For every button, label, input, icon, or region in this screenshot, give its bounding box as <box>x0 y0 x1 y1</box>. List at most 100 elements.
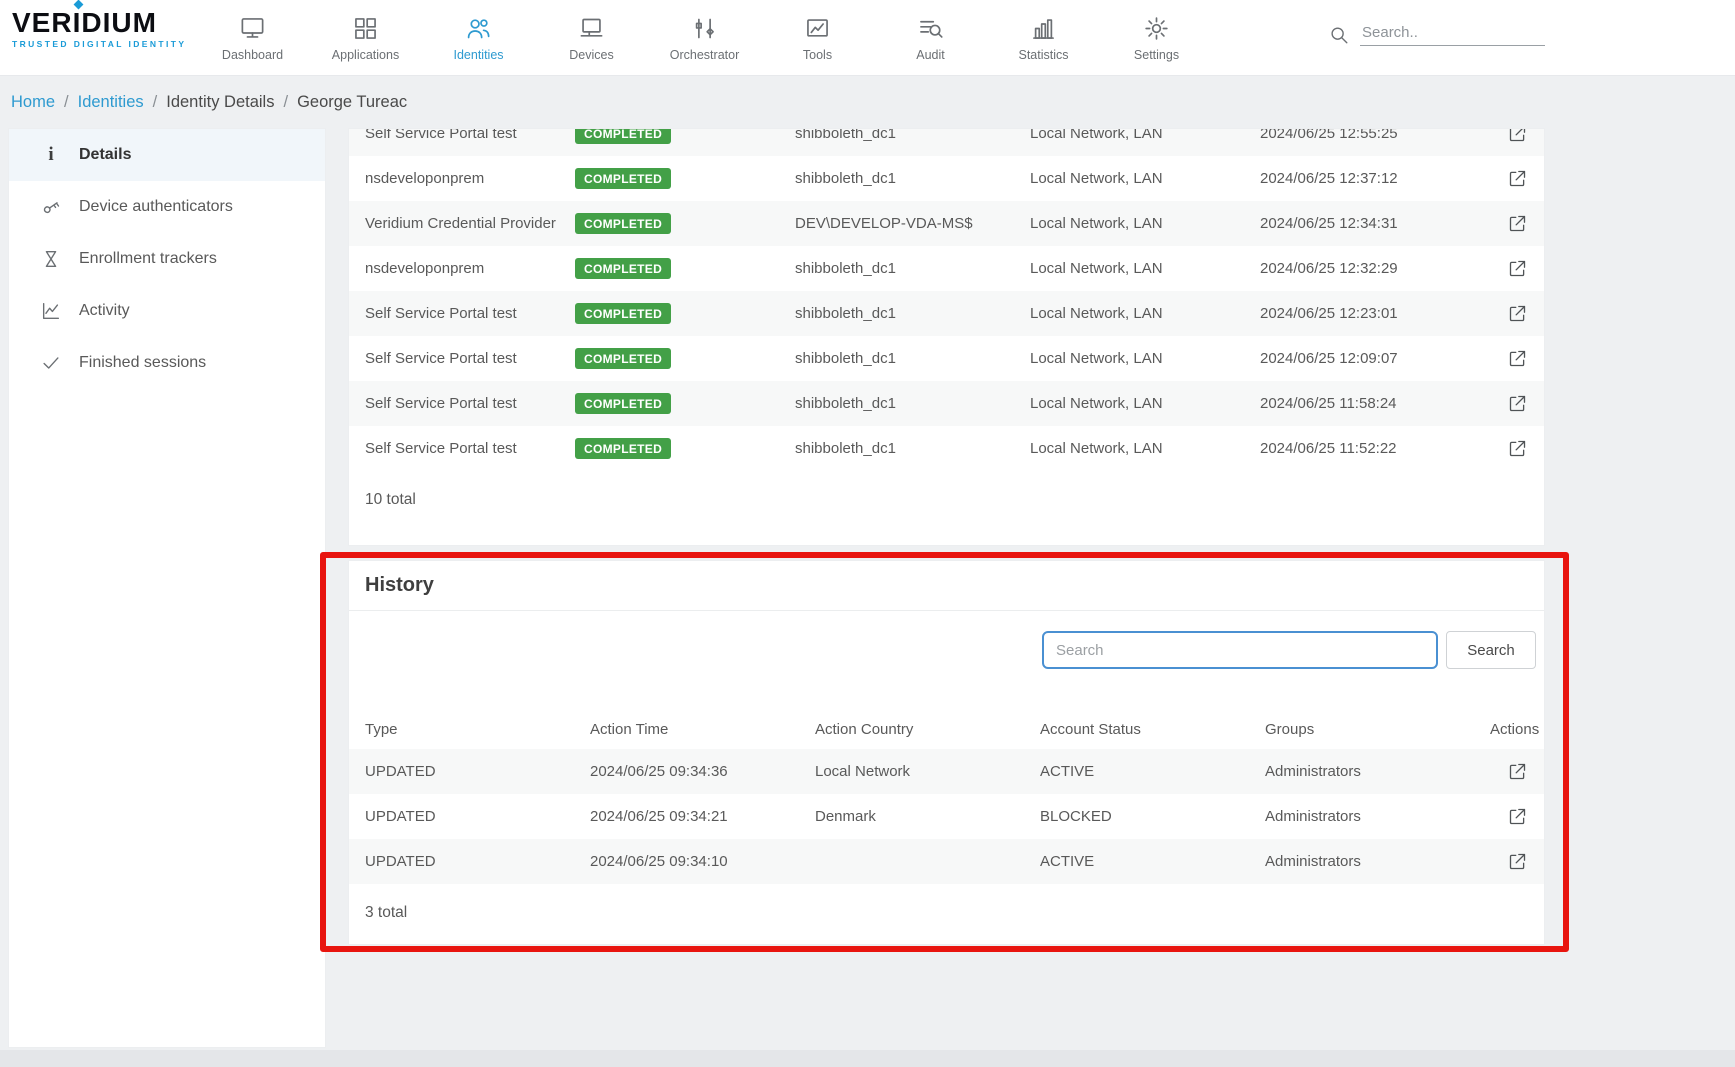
search-icon <box>1328 24 1350 46</box>
open-session-icon[interactable] <box>1488 128 1528 144</box>
open-session-icon[interactable] <box>1488 348 1528 369</box>
session-network: Local Network, LAN <box>1030 260 1260 277</box>
history-title: History <box>365 574 434 597</box>
open-session-icon[interactable] <box>1488 213 1528 234</box>
session-server: shibboleth_dc1 <box>795 128 1030 142</box>
activity-chart-icon <box>39 300 63 322</box>
breadcrumb-identity-details: Identity Details <box>166 93 274 112</box>
tools-icon <box>804 15 831 42</box>
open-history-entry-icon[interactable] <box>1490 761 1528 782</box>
breadcrumb-separator: / <box>153 93 158 112</box>
history-card: History Search Type Action Time Action C… <box>348 560 1545 945</box>
dashboard-icon <box>239 15 266 42</box>
session-time: 2024/06/25 11:58:24 <box>1260 395 1488 412</box>
sidebar-item-enrollment-trackers[interactable]: Enrollment trackers <box>9 233 325 285</box>
history-groups: Administrators <box>1265 853 1490 870</box>
session-row: Self Service Portal test COMPLETED shibb… <box>349 336 1544 381</box>
open-history-entry-icon[interactable] <box>1490 851 1528 872</box>
open-session-icon[interactable] <box>1488 258 1528 279</box>
sidebar-item-activity[interactable]: Activity <box>9 285 325 337</box>
history-groups: Administrators <box>1265 763 1490 780</box>
veridium-logo[interactable]: VERIDIUM TRUSTED DIGITAL IDENTITY <box>12 8 212 49</box>
column-header-actions: Actions <box>1490 721 1539 738</box>
logo-tagline: TRUSTED DIGITAL IDENTITY <box>12 39 212 49</box>
open-session-icon[interactable] <box>1488 168 1528 189</box>
sidebar-item-label: Activity <box>79 302 130 320</box>
session-network: Local Network, LAN <box>1030 440 1260 457</box>
key-icon <box>39 196 63 218</box>
nav-item-tools[interactable]: Tools <box>761 0 874 76</box>
history-search-input[interactable] <box>1042 631 1438 669</box>
history-type: UPDATED <box>365 763 590 780</box>
history-row: UPDATED 2024/06/25 09:34:10 ACTIVE Admin… <box>349 839 1544 884</box>
status-badge: COMPLETED <box>575 303 671 324</box>
logo-wordmark: VERIDIUM <box>12 8 212 38</box>
history-search-row: Search <box>349 611 1544 689</box>
sidebar-item-details[interactable]: i Details <box>9 129 325 181</box>
nav-item-statistics[interactable]: Statistics <box>987 0 1100 76</box>
session-name: Self Service Portal test <box>365 128 575 142</box>
session-time: 2024/06/25 12:37:12 <box>1260 170 1488 187</box>
session-row: nsdeveloponprem COMPLETED shibboleth_dc1… <box>349 246 1544 291</box>
session-name: Veridium Credential Provider <box>365 215 575 232</box>
session-name: nsdeveloponprem <box>365 260 575 277</box>
session-row: Self Service Portal test COMPLETED shibb… <box>349 291 1544 336</box>
history-country: Local Network <box>815 763 1040 780</box>
history-search-button[interactable]: Search <box>1446 631 1536 669</box>
status-badge: COMPLETED <box>575 213 671 234</box>
sidebar-item-device-authenticators[interactable]: Device authenticators <box>9 181 325 233</box>
history-type: UPDATED <box>365 853 590 870</box>
column-header-type: Type <box>365 721 590 738</box>
session-network: Local Network, LAN <box>1030 395 1260 412</box>
audit-icon <box>917 15 944 42</box>
devices-icon <box>578 15 605 42</box>
nav-item-settings[interactable]: Settings <box>1100 0 1213 76</box>
session-network: Local Network, LAN <box>1030 170 1260 187</box>
sidebar-item-finished-sessions[interactable]: Finished sessions <box>9 337 325 389</box>
statistics-icon <box>1030 15 1057 42</box>
history-row: UPDATED 2024/06/25 09:34:21 Denmark BLOC… <box>349 794 1544 839</box>
sidebar-item-label: Device authenticators <box>79 198 233 216</box>
session-network: Local Network, LAN <box>1030 350 1260 367</box>
history-country: Denmark <box>815 808 1040 825</box>
breadcrumb-separator: / <box>64 93 69 112</box>
history-account-status: ACTIVE <box>1040 763 1265 780</box>
session-time: 2024/06/25 12:23:01 <box>1260 305 1488 322</box>
history-row: UPDATED 2024/06/25 09:34:36 Local Networ… <box>349 749 1544 794</box>
column-header-action-time: Action Time <box>590 721 815 738</box>
session-time: 2024/06/25 11:52:22 <box>1260 440 1488 457</box>
session-server: shibboleth_dc1 <box>795 260 1030 277</box>
open-session-icon[interactable] <box>1488 438 1528 459</box>
breadcrumb-home[interactable]: Home <box>11 93 55 112</box>
session-server: shibboleth_dc1 <box>795 395 1030 412</box>
top-navigation: VERIDIUM TRUSTED DIGITAL IDENTITY Dashbo… <box>0 0 1735 76</box>
breadcrumb-identities[interactable]: Identities <box>78 93 144 112</box>
session-row: Self Service Portal test COMPLETED shibb… <box>349 381 1544 426</box>
global-search-input[interactable] <box>1360 20 1545 46</box>
nav-item-dashboard[interactable]: Dashboard <box>196 0 309 76</box>
status-badge: COMPLETED <box>575 258 671 279</box>
session-server: DEV\DEVELOP-VDA-MS$ <box>795 215 1030 232</box>
session-time: 2024/06/25 12:55:25 <box>1260 128 1488 142</box>
nav-item-identities[interactable]: Identities <box>422 0 535 76</box>
open-session-icon[interactable] <box>1488 393 1528 414</box>
nav-item-orchestrator[interactable]: Orchestrator <box>648 0 761 76</box>
nav-item-audit[interactable]: Audit <box>874 0 987 76</box>
session-name: Self Service Portal test <box>365 350 575 367</box>
open-session-icon[interactable] <box>1488 303 1528 324</box>
sessions-total: 10 total <box>349 471 1544 529</box>
session-row: nsdeveloponprem COMPLETED shibboleth_dc1… <box>349 156 1544 201</box>
history-time: 2024/06/25 09:34:21 <box>590 808 815 825</box>
nav-item-applications[interactable]: Applications <box>309 0 422 76</box>
session-time: 2024/06/25 12:34:31 <box>1260 215 1488 232</box>
nav-item-devices[interactable]: Devices <box>535 0 648 76</box>
session-name: Self Service Portal test <box>365 440 575 457</box>
settings-gear-icon <box>1143 15 1170 42</box>
session-row: Self Service Portal test COMPLETED shibb… <box>349 128 1544 156</box>
breadcrumb: Home / Identities / Identity Details / G… <box>0 76 1735 128</box>
open-history-entry-icon[interactable] <box>1490 806 1528 827</box>
history-rows: UPDATED 2024/06/25 09:34:36 Local Networ… <box>349 749 1544 884</box>
main-nav: Dashboard Applications Identities Device… <box>196 0 1213 76</box>
column-header-groups: Groups <box>1265 721 1490 738</box>
session-server: shibboleth_dc1 <box>795 170 1030 187</box>
